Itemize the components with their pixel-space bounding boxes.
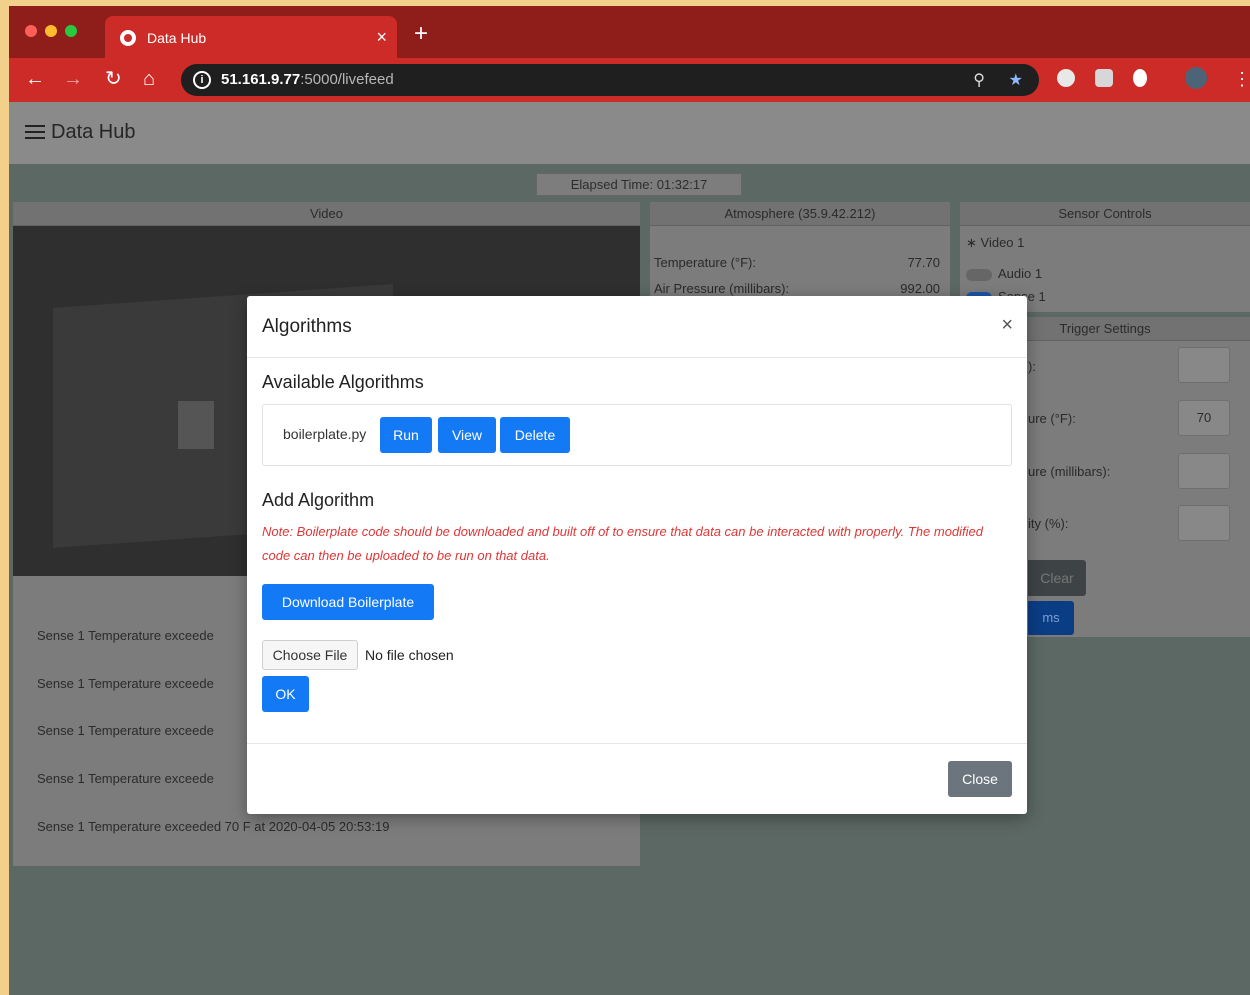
atmosphere-value: 992.00 xyxy=(900,281,940,296)
trigger-label: ure (°F): xyxy=(1028,411,1076,426)
video-card-title: Video xyxy=(13,202,640,226)
menu-dots-icon[interactable]: ⋮ xyxy=(1233,67,1250,91)
run-button[interactable]: Run xyxy=(380,417,432,453)
view-button[interactable]: View xyxy=(438,417,496,453)
info-icon[interactable]: i xyxy=(193,71,211,89)
atmosphere-row: Air Pressure (millibars): 992.00 xyxy=(654,281,946,296)
trigger-label: ): xyxy=(1028,359,1036,374)
close-window-dot[interactable] xyxy=(25,25,37,37)
add-algorithm-heading: Add Algorithm xyxy=(262,490,375,510)
log-entry: Sense 1 Temperature exceede xyxy=(37,628,214,643)
star-icon[interactable]: ★ xyxy=(1009,70,1023,90)
close-button[interactable]: Close xyxy=(948,761,1012,797)
address-bar[interactable]: i 51.161.9.77:5000/livefeed ⚲ ★ xyxy=(181,64,1039,96)
atmosphere-label: Air Pressure (millibars): xyxy=(654,281,790,296)
tab-title: Data Hub xyxy=(147,30,207,46)
trigger-input[interactable]: 70 xyxy=(1178,400,1230,436)
app-brand[interactable]: Data Hub xyxy=(51,121,136,144)
log-entry: Sense 1 Temperature exceeded 70 F at 202… xyxy=(37,819,390,834)
new-tab-icon[interactable]: + xyxy=(414,22,428,46)
extension-icon[interactable] xyxy=(1133,69,1147,87)
trigger-input[interactable] xyxy=(1178,347,1230,383)
save-settings-button[interactable]: ms xyxy=(1028,601,1074,635)
algorithm-name: boilerplate.py xyxy=(283,426,367,442)
boilerplate-note: Note: Boilerplate code should be downloa… xyxy=(262,524,983,563)
available-algorithms-heading: Available Algorithms xyxy=(262,372,424,392)
atmosphere-card: Atmosphere (35.9.42.212) Temperature (°F… xyxy=(650,202,950,302)
globe-icon xyxy=(120,30,136,46)
page-content: Data Hub Elapsed Time: 01:32:17 Video Se… xyxy=(9,102,1250,995)
browser-window: Data Hub × + ← → ↻ ⌂ i 51.161.9.77:5000/… xyxy=(9,6,1250,995)
modal-footer: Close xyxy=(247,743,1027,814)
app-header: Data Hub xyxy=(9,102,1250,164)
file-status: No file chosen xyxy=(365,647,454,663)
tab-bar: Data Hub × + xyxy=(9,6,1250,58)
extension-icon[interactable] xyxy=(1057,69,1075,87)
elapsed-time: Elapsed Time: 01:32:17 xyxy=(536,173,742,196)
forward-icon[interactable]: → xyxy=(63,67,83,91)
trigger-label: ure (millibars): xyxy=(1028,464,1111,479)
modal-title: Algorithms xyxy=(262,316,352,337)
algorithm-list-item: boilerplate.py Run View Delete xyxy=(262,404,1012,466)
sensor-toggle-video[interactable]: ∗ Video 1 xyxy=(966,235,1024,251)
atmosphere-row: Temperature (°F): 77.70 xyxy=(654,255,946,270)
profile-avatar[interactable] xyxy=(1185,67,1207,89)
trigger-label: ity (%): xyxy=(1028,516,1069,531)
modal-close-icon[interactable]: × xyxy=(1001,314,1013,337)
clear-button[interactable]: Clear xyxy=(1028,560,1086,596)
tab-close-icon[interactable]: × xyxy=(376,27,387,48)
reload-icon[interactable]: ↻ xyxy=(105,67,122,91)
algorithms-modal: Algorithms × Available Algorithms boiler… xyxy=(247,296,1027,814)
hamburger-icon[interactable] xyxy=(25,125,45,140)
maximize-window-dot[interactable] xyxy=(65,25,77,37)
delete-button[interactable]: Delete xyxy=(500,417,570,453)
atmosphere-title: Atmosphere (35.9.42.212) xyxy=(650,202,950,226)
ok-button[interactable]: OK xyxy=(262,676,309,712)
log-entry: Sense 1 Temperature exceede xyxy=(37,723,214,738)
zoom-icon[interactable]: ⚲ xyxy=(973,70,985,90)
extension-icon[interactable] xyxy=(1095,69,1113,87)
log-entry: Sense 1 Temperature exceede xyxy=(37,771,214,786)
home-icon[interactable]: ⌂ xyxy=(143,67,155,91)
modal-header: Algorithms × xyxy=(247,296,1027,358)
browser-toolbar: ← → ↻ ⌂ i 51.161.9.77:5000/livefeed ⚲ ★ … xyxy=(9,58,1250,102)
download-boilerplate-button[interactable]: Download Boilerplate xyxy=(262,584,434,620)
atmosphere-value: 77.70 xyxy=(907,255,940,270)
choose-file-button[interactable]: Choose File xyxy=(262,640,358,670)
log-entry: Sense 1 Temperature exceede xyxy=(37,676,214,691)
browser-tab[interactable]: Data Hub × xyxy=(105,16,397,58)
back-icon[interactable]: ← xyxy=(25,67,45,91)
sensor-controls-title: Sensor Controls xyxy=(960,202,1250,226)
atmosphere-label: Temperature (°F): xyxy=(654,255,757,270)
trigger-input[interactable] xyxy=(1178,505,1230,541)
trigger-input[interactable] xyxy=(1178,453,1230,489)
minimize-window-dot[interactable] xyxy=(45,25,57,37)
url-text[interactable]: 51.161.9.77:5000/livefeed xyxy=(221,71,394,88)
sensor-toggle-audio[interactable]: Audio 1 xyxy=(966,266,1042,281)
